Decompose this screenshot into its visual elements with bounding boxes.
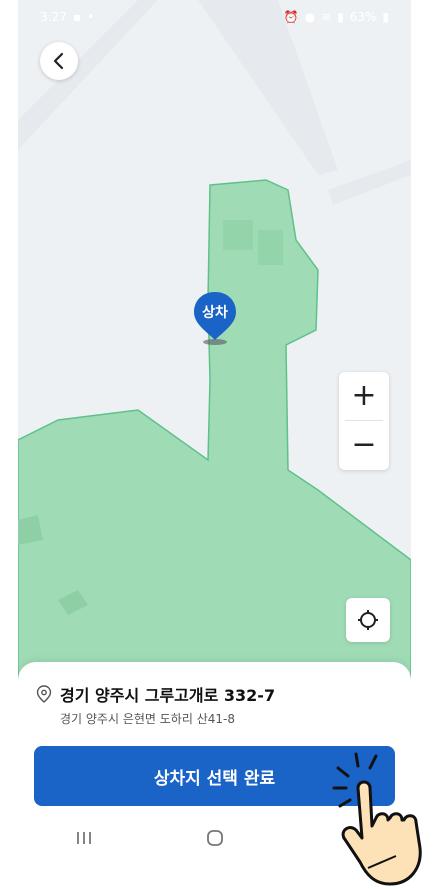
- address-row: 경기 양주시 그루고개로 332-7: [36, 682, 275, 706]
- back-icon: [341, 831, 350, 845]
- zoom-in-button[interactable]: +: [339, 372, 389, 420]
- signal-icon: ▮: [337, 10, 344, 24]
- system-nav-bar: [18, 808, 411, 868]
- status-right: ⏰ ● ≋ ▮ 63% ▮: [284, 10, 389, 24]
- phone-screen: 3:27 ▪ • ⏰ ● ≋ ▮ 63% ▮ 상차 + − 경기 양주시 그루고…: [18, 0, 411, 889]
- home-icon: [206, 830, 223, 846]
- alarm-icon: ⏰: [283, 10, 299, 24]
- status-time: 3:27: [40, 10, 67, 24]
- address-sub: 경기 양주시 은현면 도하리 산41-8: [60, 712, 235, 726]
- location-pin-icon: [36, 685, 52, 703]
- recent-apps-icon: [76, 832, 91, 844]
- battery-level: 63%: [349, 10, 377, 24]
- zoom-out-button[interactable]: −: [339, 421, 389, 469]
- confirm-pickup-button[interactable]: 상차지 선택 완료: [34, 746, 395, 806]
- pin-label: 상차: [202, 305, 228, 321]
- pickup-marker[interactable]: 상차: [191, 290, 239, 346]
- wifi-icon: ≋: [321, 10, 332, 24]
- map-building: [258, 230, 283, 265]
- location-status-icon: ●: [304, 10, 316, 24]
- notification-icon: •: [87, 10, 95, 24]
- crosshair-icon: [358, 610, 378, 630]
- back-button[interactable]: [40, 42, 78, 80]
- current-location-button[interactable]: [346, 598, 390, 642]
- map-view[interactable]: [18, 0, 411, 700]
- home-button[interactable]: [185, 818, 245, 858]
- map-building: [223, 220, 253, 250]
- battery-icon: ▮: [382, 10, 389, 24]
- chevron-left-icon: [53, 52, 64, 70]
- system-back-button[interactable]: [316, 818, 376, 858]
- zoom-controls: + −: [339, 372, 389, 470]
- status-left: 3:27 ▪ •: [40, 10, 94, 24]
- recent-apps-button[interactable]: [54, 818, 114, 858]
- notification-icon: ▪: [72, 10, 82, 24]
- address-main: 경기 양주시 그루고개로 332-7: [60, 686, 276, 705]
- status-bar: 3:27 ▪ • ⏰ ● ≋ ▮ 63% ▮: [18, 0, 411, 34]
